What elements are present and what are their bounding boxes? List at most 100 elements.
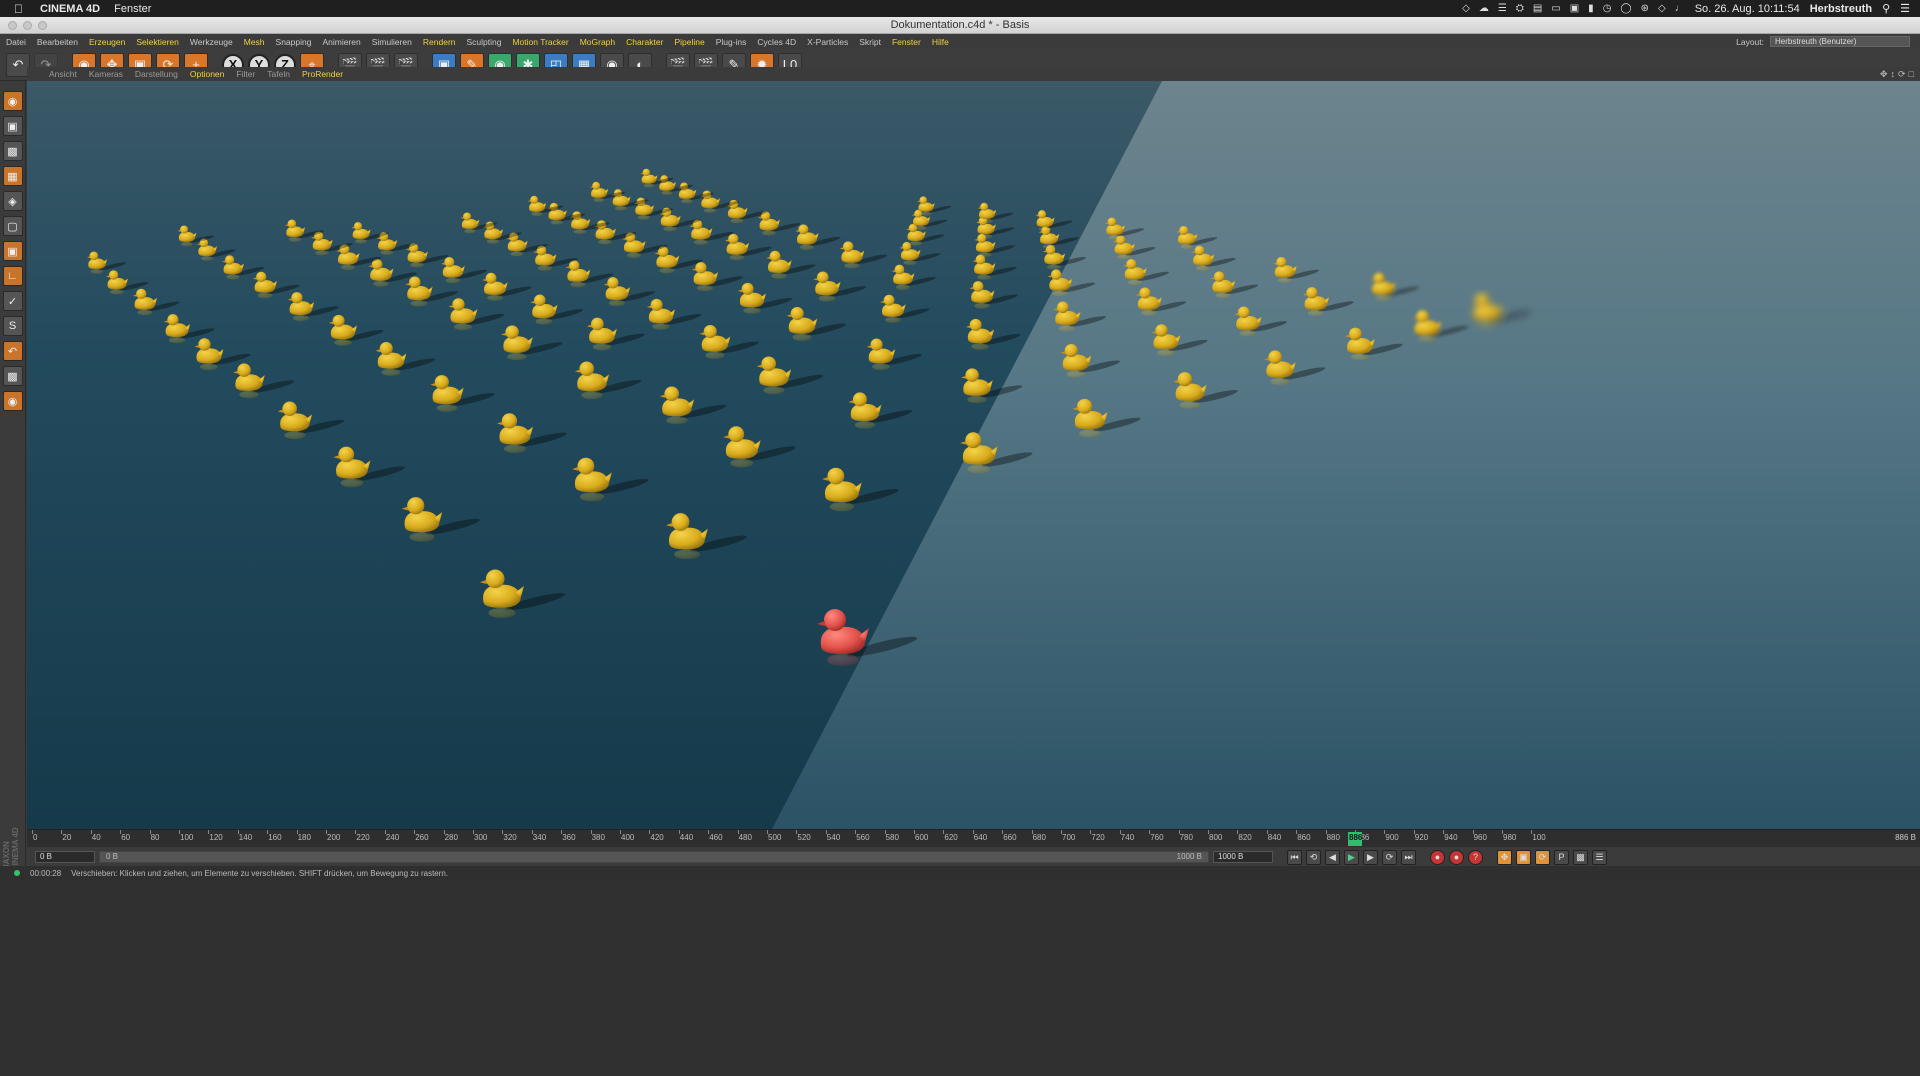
go-to-end-icon[interactable]: ⏭	[1401, 849, 1416, 865]
snap-icon[interactable]: ↶	[2, 341, 23, 361]
menu-cycles-4d[interactable]: Cycles 4D	[757, 37, 796, 47]
previous-key-icon[interactable]: ⟲	[1306, 849, 1321, 865]
next-key-icon[interactable]: ⟳	[1382, 849, 1397, 865]
notification-center-icon[interactable]: ☰	[1900, 2, 1910, 15]
fenster-menu[interactable]: Fenster	[114, 3, 151, 15]
dropbox-icon[interactable]: ◇	[1462, 3, 1470, 14]
points-mode-icon[interactable]: ◈	[2, 191, 23, 211]
timeline-tick: 740	[1119, 830, 1135, 842]
view-menu-darstellung[interactable]: Darstellung	[135, 69, 178, 79]
menu-motion-tracker[interactable]: Motion Tracker	[512, 37, 568, 47]
start-frame-field[interactable]: 0 B	[35, 851, 95, 863]
menu-charakter[interactable]: Charakter	[626, 37, 663, 47]
sync-icon[interactable]: ◯	[1620, 3, 1631, 14]
menu-rendern[interactable]: Rendern	[423, 37, 456, 47]
record-icon[interactable]: ●	[1430, 849, 1445, 865]
make-editable-icon[interactable]: ◉	[2, 91, 23, 111]
menu-mograph[interactable]: MoGraph	[580, 37, 615, 47]
layout-dropdown[interactable]: Herbstreuth (Benutzer)	[1770, 36, 1910, 47]
pan-icon[interactable]: ✥	[1880, 69, 1888, 80]
menu-skript[interactable]: Skript	[859, 37, 881, 47]
zoom-window-button[interactable]	[38, 21, 47, 30]
menu-mesh[interactable]: Mesh	[244, 37, 265, 47]
time-machine-icon[interactable]: ◷	[1603, 3, 1612, 14]
step-back-icon[interactable]: ◀	[1325, 849, 1340, 865]
record-pla-icon[interactable]: ▩	[1573, 849, 1588, 865]
record-scale-icon[interactable]: ▣	[1516, 849, 1531, 865]
range-slider[interactable]: 0 B 1000 B	[99, 851, 1209, 863]
user-name[interactable]: Herbstreuth	[1810, 3, 1872, 15]
tweak-mode-icon[interactable]: ✓	[2, 291, 23, 311]
clock[interactable]: So. 26. Aug. 10:11:54	[1695, 3, 1800, 15]
menu-hilfe[interactable]: Hilfe	[932, 37, 949, 47]
volume-icon[interactable]: ♩	[1675, 3, 1685, 14]
view-menu-optionen[interactable]: Optionen	[190, 69, 225, 79]
apple-icon[interactable]: 	[14, 2, 28, 16]
view-menu-filter[interactable]: Filter	[236, 69, 255, 79]
bluetooth-icon[interactable]: ⊛	[1641, 3, 1649, 14]
wifi-icon[interactable]: ◇	[1658, 3, 1666, 14]
menu-snapping[interactable]: Snapping	[276, 37, 312, 47]
menu-sculpting[interactable]: Sculpting	[467, 37, 502, 47]
menu-fenster[interactable]: Fenster	[892, 37, 921, 47]
menu-pipeline[interactable]: Pipeline	[674, 37, 704, 47]
script-icon[interactable]: ▤	[1533, 3, 1542, 14]
timeline-tick: 80	[149, 830, 160, 842]
workplane-icon[interactable]: ▦	[2, 166, 23, 186]
menu-animieren[interactable]: Animieren	[322, 37, 360, 47]
axis-mode-icon[interactable]: ∟	[2, 266, 23, 286]
menu-simulieren[interactable]: Simulieren	[372, 37, 412, 47]
timeline-tick: 860	[1296, 830, 1311, 842]
layout-selector: Layout: Herbstreuth (Benutzer)	[1736, 36, 1910, 47]
menu-erzeugen[interactable]: Erzeugen	[89, 37, 125, 47]
view-menu-ansicht[interactable]: Ansicht	[49, 69, 77, 79]
zoom-icon[interactable]: ↕	[1891, 69, 1896, 80]
play-icon[interactable]: ▶	[1344, 849, 1359, 865]
view-menu-kameras[interactable]: Kameras	[89, 69, 123, 79]
menu-plug-ins[interactable]: Plug-ins	[716, 37, 747, 47]
close-window-button[interactable]	[8, 21, 17, 30]
cloud-icon[interactable]: ☁	[1479, 3, 1489, 14]
texture-mode-icon[interactable]: ▩	[2, 141, 23, 161]
model-mode-icon[interactable]: ▣	[2, 116, 23, 136]
polygons-mode-icon[interactable]: ▣	[2, 241, 23, 261]
menu-datei[interactable]: Datei	[6, 37, 26, 47]
record-position-icon[interactable]: ✥	[1497, 849, 1512, 865]
record-rotation-icon[interactable]: ⟳	[1535, 849, 1550, 865]
menu-selektieren[interactable]: Selektieren	[136, 37, 179, 47]
minimize-window-button[interactable]	[23, 21, 32, 30]
display-icon[interactable]: ▭	[1551, 3, 1560, 14]
menu-x-particles[interactable]: X-Particles	[807, 37, 848, 47]
workplane-lock-icon[interactable]: ▩	[2, 366, 23, 386]
menu-werkzeuge[interactable]: Werkzeuge	[190, 37, 233, 47]
timeline-tick: 340	[531, 830, 547, 842]
view-menu-tafeln[interactable]: Tafeln	[267, 69, 290, 79]
stack-icon[interactable]: ☰	[1498, 3, 1507, 14]
interpolation-icon[interactable]: ☰	[1592, 849, 1607, 865]
maximize-view-icon[interactable]: □	[1909, 69, 1914, 80]
step-forward-icon[interactable]: ▶	[1363, 849, 1378, 865]
solo-icon[interactable]: S	[2, 316, 23, 336]
app-menu[interactable]: CINEMA 4D	[40, 3, 100, 15]
shield-icon[interactable]: ⛭	[1516, 3, 1524, 14]
menu-bearbeiten[interactable]: Bearbeiten	[37, 37, 78, 47]
sculpt-icon[interactable]: ◉	[2, 391, 23, 411]
go-to-start-icon[interactable]: ⏮	[1287, 849, 1302, 865]
orbit-icon[interactable]: ⟳	[1898, 69, 1906, 80]
view-menu-prorender[interactable]: ProRender	[302, 69, 343, 79]
cast-icon[interactable]: ▣	[1570, 3, 1579, 14]
end-frame-field[interactable]: 1000 B	[1213, 851, 1273, 863]
autokey-icon[interactable]: ●	[1449, 849, 1464, 865]
timeline-tick: 140	[237, 830, 253, 842]
edges-mode-icon[interactable]: ▢	[2, 216, 23, 236]
record-parameter-icon[interactable]: P	[1554, 849, 1569, 865]
keyframe-selection-icon[interactable]: ?	[1468, 849, 1483, 865]
timeline-tick: 760	[1149, 830, 1164, 842]
frame-ruler[interactable]: 0 20 40 60 80 100 120 140 160 180 200 220 240 260 280 3…	[27, 830, 1920, 848]
timeline-ruler[interactable]: 0 20 40 60 80 100 120 140 160 180 200 220 240 260 280 3…	[27, 829, 1920, 847]
timeline-tick: 460	[708, 830, 723, 842]
window-titlebar: Dokumentation.c4d * - Basis	[0, 17, 1920, 34]
3d-viewport[interactable]	[27, 81, 1920, 829]
battery-icon[interactable]: ▮	[1588, 3, 1594, 14]
spotlight-icon[interactable]: ⚲	[1882, 2, 1890, 15]
